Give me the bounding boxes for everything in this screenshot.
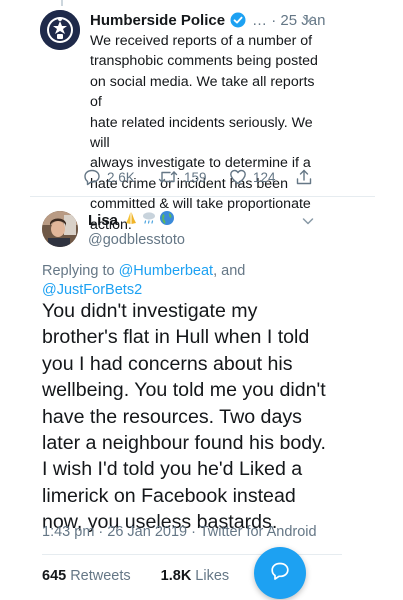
retweet-count: 159 xyxy=(184,169,207,185)
reply-icon xyxy=(83,168,101,186)
likes-count[interactable]: 1.8K xyxy=(161,568,192,584)
retweet-button[interactable]: 159 xyxy=(158,168,207,186)
tweet-timestamp[interactable]: 1:43 pm · 26 Jan 2019 · Twitter for Andr… xyxy=(42,524,317,540)
compose-reply-icon xyxy=(269,560,291,587)
reply-count: 2.6K xyxy=(107,169,135,185)
name-emoji xyxy=(123,210,175,230)
verified-badge-icon xyxy=(230,12,246,28)
reply-button[interactable]: 2.6K xyxy=(83,168,135,186)
tweet-header: Humberside Police … · 25 Jan xyxy=(90,10,325,30)
like-button[interactable]: 124 xyxy=(229,168,276,186)
replying-prefix: Replying to xyxy=(42,263,119,279)
like-count: 124 xyxy=(253,169,276,185)
tweet-text: We received reports of a number of trans… xyxy=(90,33,318,233)
likes-label[interactable]: Likes xyxy=(195,568,229,584)
author-name[interactable]: Humberside Police xyxy=(90,12,225,29)
retweets-count[interactable]: 645 xyxy=(42,568,66,584)
globe-icon xyxy=(159,210,175,230)
compose-reply-button[interactable] xyxy=(254,547,306,599)
author-handle[interactable]: @godblesstoto xyxy=(88,232,185,248)
lisa-avatar[interactable] xyxy=(42,211,78,247)
replying-to: Replying to @Humberbeat, and @JustForBets… xyxy=(42,262,342,300)
tweet-text: You didn't investigate my brother's flat… xyxy=(42,300,326,534)
author-name[interactable]: Lisa xyxy=(88,212,118,229)
chevron-down-icon[interactable] xyxy=(301,214,315,233)
thread-line xyxy=(61,0,63,6)
author-row: Lisa xyxy=(88,211,175,229)
profile-photo xyxy=(42,211,78,247)
folded-hands-icon xyxy=(123,210,139,230)
reply-mention-link[interactable]: @Humberbeat xyxy=(119,263,214,279)
retweet-icon xyxy=(158,168,178,186)
share-button[interactable] xyxy=(295,168,313,186)
tweet-stats: 645 Retweets 1.8K Likes xyxy=(42,568,229,584)
heart-icon xyxy=(229,168,247,186)
tweet-actions: 2.6K 159 124 xyxy=(83,168,323,190)
share-icon xyxy=(295,168,313,186)
chevron-down-icon[interactable] xyxy=(301,12,315,31)
police-crest-icon xyxy=(40,10,80,50)
retweets-label[interactable]: Retweets xyxy=(70,568,130,584)
humberside-police-avatar[interactable] xyxy=(40,10,80,50)
replying-and: , and xyxy=(213,263,246,279)
quoted-tweet[interactable]: Humberside Police … · 25 Jan We received… xyxy=(0,0,403,233)
divider xyxy=(30,196,375,197)
reply-mention-link[interactable]: @JustForBets2 xyxy=(42,282,142,298)
cloud-with-rain-icon xyxy=(141,210,157,230)
